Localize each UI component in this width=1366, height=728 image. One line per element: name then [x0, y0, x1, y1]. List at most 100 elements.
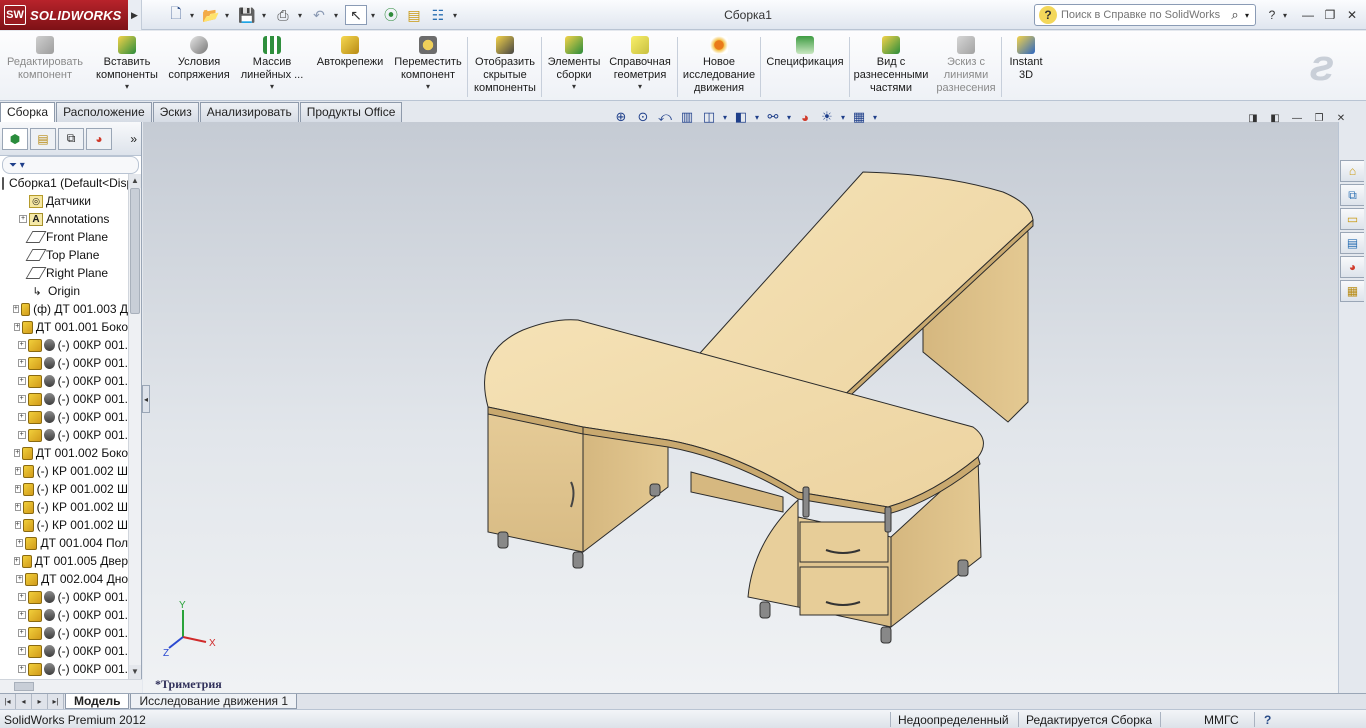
scroll-up-icon[interactable]: ▲ — [129, 174, 141, 188]
doc-restore-icon[interactable]: ❐ — [1308, 110, 1330, 126]
expand-toggle-icon[interactable]: + — [14, 485, 21, 493]
doc-minimize-icon[interactable]: — — [1286, 110, 1308, 126]
expand-toggle-icon[interactable]: + — [14, 449, 21, 457]
scroll-thumb[interactable] — [130, 188, 140, 314]
display-style-icon[interactable]: ◧ — [730, 107, 752, 127]
tree-item[interactable]: + (ф) ДТ 001.003 Д — [0, 300, 128, 318]
previous-view-icon[interactable]: ⤺ — [654, 107, 676, 127]
tree-item[interactable]: + ДТ 001.002 Боко — [0, 444, 128, 462]
tree-item[interactable]: Top Plane — [0, 246, 128, 264]
split-right-icon[interactable]: ◧ — [1264, 110, 1286, 126]
solidworks-resources-home-icon[interactable]: ⌂ — [1340, 160, 1364, 182]
move-component-dropdown-icon[interactable]: ▾ — [426, 82, 430, 92]
tree-item[interactable]: + (-) 00КР 001. — [0, 588, 128, 606]
edit-appearance-icon[interactable]: ◕ — [794, 107, 816, 127]
apply-scene-dropdown-icon[interactable]: ▾ — [838, 107, 848, 127]
save-icon[interactable]: 💾 — [236, 5, 258, 25]
assembly-features-button[interactable]: Элементы сборки ▾ — [544, 33, 604, 99]
view-settings-dropdown-icon[interactable]: ▾ — [870, 107, 880, 127]
view-settings-icon[interactable]: ▦ — [848, 107, 870, 127]
tree-item[interactable]: + (-) КР 001.002 Ш — [0, 498, 128, 516]
expand-toggle-icon[interactable]: + — [14, 323, 21, 331]
mate-button[interactable]: Условия сопряжения — [164, 33, 234, 99]
tree-item[interactable]: + (-) КР 001.002 Ш — [0, 462, 128, 480]
tree-item[interactable]: + (-) КР 001.002 Ш — [0, 480, 128, 498]
undo-dropdown-icon[interactable]: ▾ — [332, 9, 340, 21]
expand-toggle-icon[interactable]: + — [16, 539, 24, 547]
expand-toggle-icon[interactable]: + — [17, 395, 26, 403]
new-document-icon[interactable]: 🗋 — [165, 5, 187, 25]
tree-item[interactable]: + (-) 00КР 001. — [0, 336, 128, 354]
expand-toggle-icon[interactable]: + — [14, 503, 21, 511]
expand-toggle-icon[interactable]: + — [14, 521, 21, 529]
tree-item[interactable]: ◎ Датчики — [0, 192, 128, 210]
file-properties-icon[interactable]: ▤ — [404, 5, 424, 25]
view-orientation-dropdown-icon[interactable]: ▾ — [720, 107, 730, 127]
rebuild-traffic-light-icon[interactable]: ⦿ — [382, 5, 400, 25]
expand-toggle-icon[interactable]: + — [17, 665, 26, 673]
last-tab-icon[interactable]: ▸| — [48, 694, 64, 709]
search-magnifier-icon[interactable]: ⌕ — [1225, 7, 1245, 23]
display-manager-icon[interactable]: ◕ — [86, 127, 112, 150]
expand-toggle-icon[interactable]: + — [17, 647, 26, 655]
status-help-icon[interactable]: ? — [1264, 713, 1271, 727]
tree-item[interactable]: Сборка1 (Default<Display State-1>) — [0, 174, 128, 192]
help-menu-icon[interactable]: ? — [1262, 6, 1282, 24]
property-manager-icon[interactable]: ▤ — [30, 127, 56, 150]
select-dropdown-icon[interactable]: ▾ — [369, 9, 377, 21]
expand-toggle-icon[interactable]: + — [14, 467, 21, 475]
tree-item[interactable]: + (-) 00КР 001. — [0, 390, 128, 408]
tree-item[interactable]: + (-) 00КР 001. — [0, 408, 128, 426]
tree-item[interactable]: + ДТ 001.001 Боко — [0, 318, 128, 336]
expand-toggle-icon[interactable]: + — [12, 305, 19, 313]
tab-office-products[interactable]: Продукты Office — [299, 102, 403, 122]
next-tab-icon[interactable]: ▸ — [32, 694, 48, 709]
tree-item[interactable]: Front Plane — [0, 228, 128, 246]
print-icon[interactable]: ⎙ — [272, 5, 294, 25]
tree-item[interactable]: Right Plane — [0, 264, 128, 282]
tab-motion-study-1[interactable]: Исследование движения 1 — [130, 694, 298, 709]
tree-item[interactable]: ↳ Origin — [0, 282, 128, 300]
expand-toggle-icon[interactable]: + — [17, 611, 26, 619]
bill-of-materials-button[interactable]: Спецификация — [763, 33, 847, 99]
view-palette-icon[interactable]: ▤ — [1340, 232, 1364, 254]
smart-fasteners-button[interactable]: Автокрепежи — [312, 33, 388, 99]
tree-filter[interactable]: ⏷ ▾ — [2, 156, 139, 174]
move-component-button[interactable]: Переместить компонент ▾ — [390, 33, 466, 99]
expand-toggle-icon[interactable]: + — [17, 359, 26, 367]
explode-line-sketch-button[interactable]: Эскиз с линиями разнесения — [932, 33, 1000, 99]
tab-evaluate[interactable]: Анализировать — [199, 102, 299, 122]
expand-toggle-icon[interactable]: + — [17, 341, 26, 349]
h-scroll-thumb[interactable] — [14, 682, 34, 691]
prev-tab-icon[interactable]: ◂ — [16, 694, 32, 709]
tree-item[interactable]: + (-) 00КР 001. — [0, 606, 128, 624]
linear-pattern-button[interactable]: Массив линейных ... ▾ — [236, 33, 308, 99]
show-hidden-components-button[interactable]: Отобразить скрытые компоненты — [470, 33, 540, 99]
expand-toggle-icon[interactable]: + — [17, 413, 26, 421]
expand-toggle-icon[interactable]: + — [17, 593, 26, 601]
close-icon[interactable]: ✕ — [1342, 6, 1362, 24]
feature-manager-tree-icon[interactable]: ⬢ — [2, 127, 28, 150]
open-folder-icon[interactable]: 📂 — [200, 5, 222, 25]
solidworks-menu-logo[interactable]: SW SOLIDWORKS — [0, 0, 128, 30]
edit-component-button[interactable]: Редактировать компонент — [3, 33, 87, 99]
restore-icon[interactable]: ❐ — [1320, 6, 1340, 24]
options-dropdown-icon[interactable]: ▾ — [451, 9, 459, 21]
custom-properties-icon[interactable]: ▦ — [1340, 280, 1364, 302]
expand-toggle-icon[interactable]: + — [17, 377, 26, 385]
graphics-area[interactable]: Y X Z — [143, 122, 1338, 693]
insert-components-dropdown-icon[interactable]: ▾ — [125, 82, 129, 92]
help-menu-dropdown-icon[interactable]: ▾ — [1280, 6, 1290, 24]
tree-item[interactable]: + (-) 00КР 001. — [0, 372, 128, 390]
print-dropdown-icon[interactable]: ▾ — [296, 9, 304, 21]
tree-item[interactable]: + (-) 00КР 001. — [0, 354, 128, 372]
new-dropdown-icon[interactable]: ▾ — [188, 9, 196, 21]
zoom-to-fit-icon[interactable]: ⊕ — [610, 107, 632, 127]
first-tab-icon[interactable]: |◂ — [0, 694, 16, 709]
apply-scene-icon[interactable]: ☀ — [816, 107, 838, 127]
file-explorer-folder-icon[interactable]: ▭ — [1340, 208, 1364, 230]
view-orientation-icon[interactable]: ◫ — [698, 107, 720, 127]
status-units[interactable]: ММГС — [1204, 713, 1239, 727]
tree-vertical-scrollbar[interactable]: ▲ ▼ — [128, 174, 141, 679]
linear-pattern-dropdown-icon[interactable]: ▾ — [270, 82, 274, 92]
